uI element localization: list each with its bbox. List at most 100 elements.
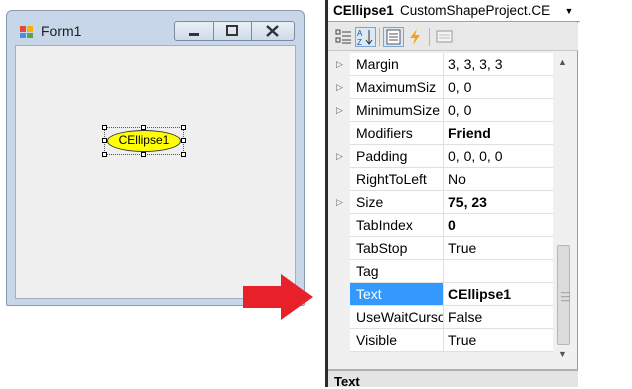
row-gutter: ▷ — [328, 145, 350, 168]
property-pages-icon — [436, 30, 453, 43]
property-row-tag[interactable]: Tag — [328, 260, 554, 283]
property-name[interactable]: TabIndex — [350, 214, 444, 237]
property-row-margin[interactable]: ▷ Margin 3, 3, 3, 3 — [328, 53, 554, 76]
row-gutter: ▷ — [328, 99, 350, 122]
vertical-scrollbar[interactable]: ▲ — — — ▼ — [555, 53, 572, 363]
form-titlebar[interactable]: Form1 — [7, 11, 304, 45]
alphabetical-button[interactable]: A Z — [355, 27, 376, 47]
property-row-maximumsiz[interactable]: ▷ MaximumSiz 0, 0 — [328, 76, 554, 99]
property-name[interactable]: Tag — [350, 260, 444, 283]
resize-handle-w[interactable] — [102, 138, 107, 143]
row-gutter — [328, 283, 350, 306]
ellipse-control[interactable]: CEllipse1 — [102, 125, 186, 157]
scrollbar-thumb[interactable]: — — — — [557, 245, 570, 345]
ellipse-label: CEllipse1 — [118, 133, 170, 147]
expand-arrow-icon[interactable]: ▷ — [336, 82, 343, 93]
minimize-button[interactable] — [174, 21, 214, 41]
property-row-tabindex[interactable]: TabIndex 0 — [328, 214, 554, 237]
property-grid: ▷ Margin 3, 3, 3, 3 ▷ MaximumSiz 0, 0 ▷ Minimum… — [328, 53, 554, 353]
svg-text:Z: Z — [357, 38, 362, 46]
property-name[interactable]: RightToLeft — [350, 168, 444, 191]
property-name[interactable]: TabStop — [350, 237, 444, 260]
row-gutter — [328, 260, 350, 283]
resize-handle-s[interactable] — [141, 152, 146, 157]
categorized-button[interactable] — [333, 27, 354, 47]
property-name[interactable]: Padding — [350, 145, 444, 168]
close-icon — [266, 25, 279, 37]
property-row-modifiers[interactable]: Modifiers Friend — [328, 122, 554, 145]
property-row-tabstop[interactable]: TabStop True — [328, 237, 554, 260]
expand-arrow-icon[interactable]: ▷ — [336, 151, 343, 162]
resize-handle-se[interactable] — [181, 152, 186, 157]
row-gutter — [328, 306, 350, 329]
property-name[interactable]: Margin — [350, 53, 444, 76]
property-pages-button[interactable] — [434, 27, 455, 47]
toolbar-separator — [379, 28, 380, 46]
object-type: CustomShapeProject.CE — [400, 3, 551, 18]
minimize-icon — [189, 33, 199, 36]
row-gutter — [328, 237, 350, 260]
property-value[interactable]: False — [444, 306, 553, 329]
property-value[interactable]: True — [444, 329, 553, 352]
events-icon — [410, 29, 420, 45]
row-gutter — [328, 122, 350, 145]
row-gutter — [328, 214, 350, 237]
grip-icon: — — — — [561, 287, 570, 305]
property-value[interactable]: CEllipse1 — [444, 283, 553, 306]
description-pane: Text — [328, 369, 578, 389]
row-gutter — [328, 168, 350, 191]
resize-handle-n[interactable] — [141, 125, 146, 130]
red-arrow-icon — [243, 274, 313, 320]
resize-handle-nw[interactable] — [102, 125, 107, 130]
properties-button[interactable] — [383, 27, 404, 47]
dropdown-arrow-icon[interactable]: ▼ — [562, 4, 576, 18]
categorized-icon — [335, 29, 351, 44]
property-value[interactable]: 0, 0 — [444, 76, 553, 99]
property-row-usewaitcurso[interactable]: UseWaitCurso False — [328, 306, 554, 329]
expand-arrow-icon[interactable]: ▷ — [336, 197, 343, 208]
toolbar-separator — [429, 28, 430, 46]
property-name[interactable]: Text — [350, 283, 444, 306]
resize-handle-ne[interactable] — [181, 125, 186, 130]
property-name[interactable]: MaximumSiz — [350, 76, 444, 99]
property-value[interactable]: 3, 3, 3, 3 — [444, 53, 553, 76]
object-selector[interactable]: CEllipse1 CustomShapeProject.CE ▼ — [328, 0, 580, 22]
property-value[interactable]: Friend — [444, 122, 553, 145]
property-row-size[interactable]: ▷ Size 75, 23 — [328, 191, 554, 214]
property-name[interactable]: Visible — [350, 329, 444, 352]
row-gutter: ▷ — [328, 76, 350, 99]
property-value[interactable]: 0, 0, 0, 0 — [444, 145, 553, 168]
property-name[interactable]: Size — [350, 191, 444, 214]
property-value[interactable] — [444, 260, 553, 283]
property-row-visible[interactable]: Visible True — [328, 329, 554, 352]
row-gutter — [328, 329, 350, 352]
property-value[interactable]: 75, 23 — [444, 191, 553, 214]
expand-arrow-icon[interactable]: ▷ — [336, 105, 343, 116]
properties-panel: CEllipse1 CustomShapeProject.CE ▼ A Z ▷ … — [325, 0, 580, 389]
form-client-area[interactable]: CEllipse1 — [15, 45, 296, 299]
resize-handle-sw[interactable] — [102, 152, 107, 157]
property-row-padding[interactable]: ▷ Padding 0, 0, 0, 0 — [328, 145, 554, 168]
property-value[interactable]: 0, 0 — [444, 99, 553, 122]
maximize-button[interactable] — [214, 21, 252, 41]
expand-arrow-icon[interactable]: ▷ — [336, 59, 343, 70]
properties-icon — [386, 29, 401, 45]
form-title: Form1 — [41, 23, 82, 39]
property-value[interactable]: 0 — [444, 214, 553, 237]
property-name[interactable]: MinimumSize — [350, 99, 444, 122]
events-button[interactable] — [405, 27, 426, 47]
property-row-text[interactable]: Text CEllipse1 — [328, 283, 554, 306]
property-row-minimumsize[interactable]: ▷ MinimumSize 0, 0 — [328, 99, 554, 122]
scroll-down-icon[interactable]: ▼ — [558, 349, 567, 359]
properties-toolbar: A Z — [328, 23, 578, 51]
resize-handle-e[interactable] — [181, 138, 186, 143]
close-button[interactable] — [252, 21, 295, 41]
property-value[interactable]: No — [444, 168, 553, 191]
property-name[interactable]: Modifiers — [350, 122, 444, 145]
row-gutter: ▷ — [328, 53, 350, 76]
property-row-righttoleft[interactable]: RightToLeft No — [328, 168, 554, 191]
scroll-up-icon[interactable]: ▲ — [558, 57, 567, 67]
object-name: CEllipse1 — [333, 3, 394, 18]
property-value[interactable]: True — [444, 237, 553, 260]
property-name[interactable]: UseWaitCurso — [350, 306, 444, 329]
